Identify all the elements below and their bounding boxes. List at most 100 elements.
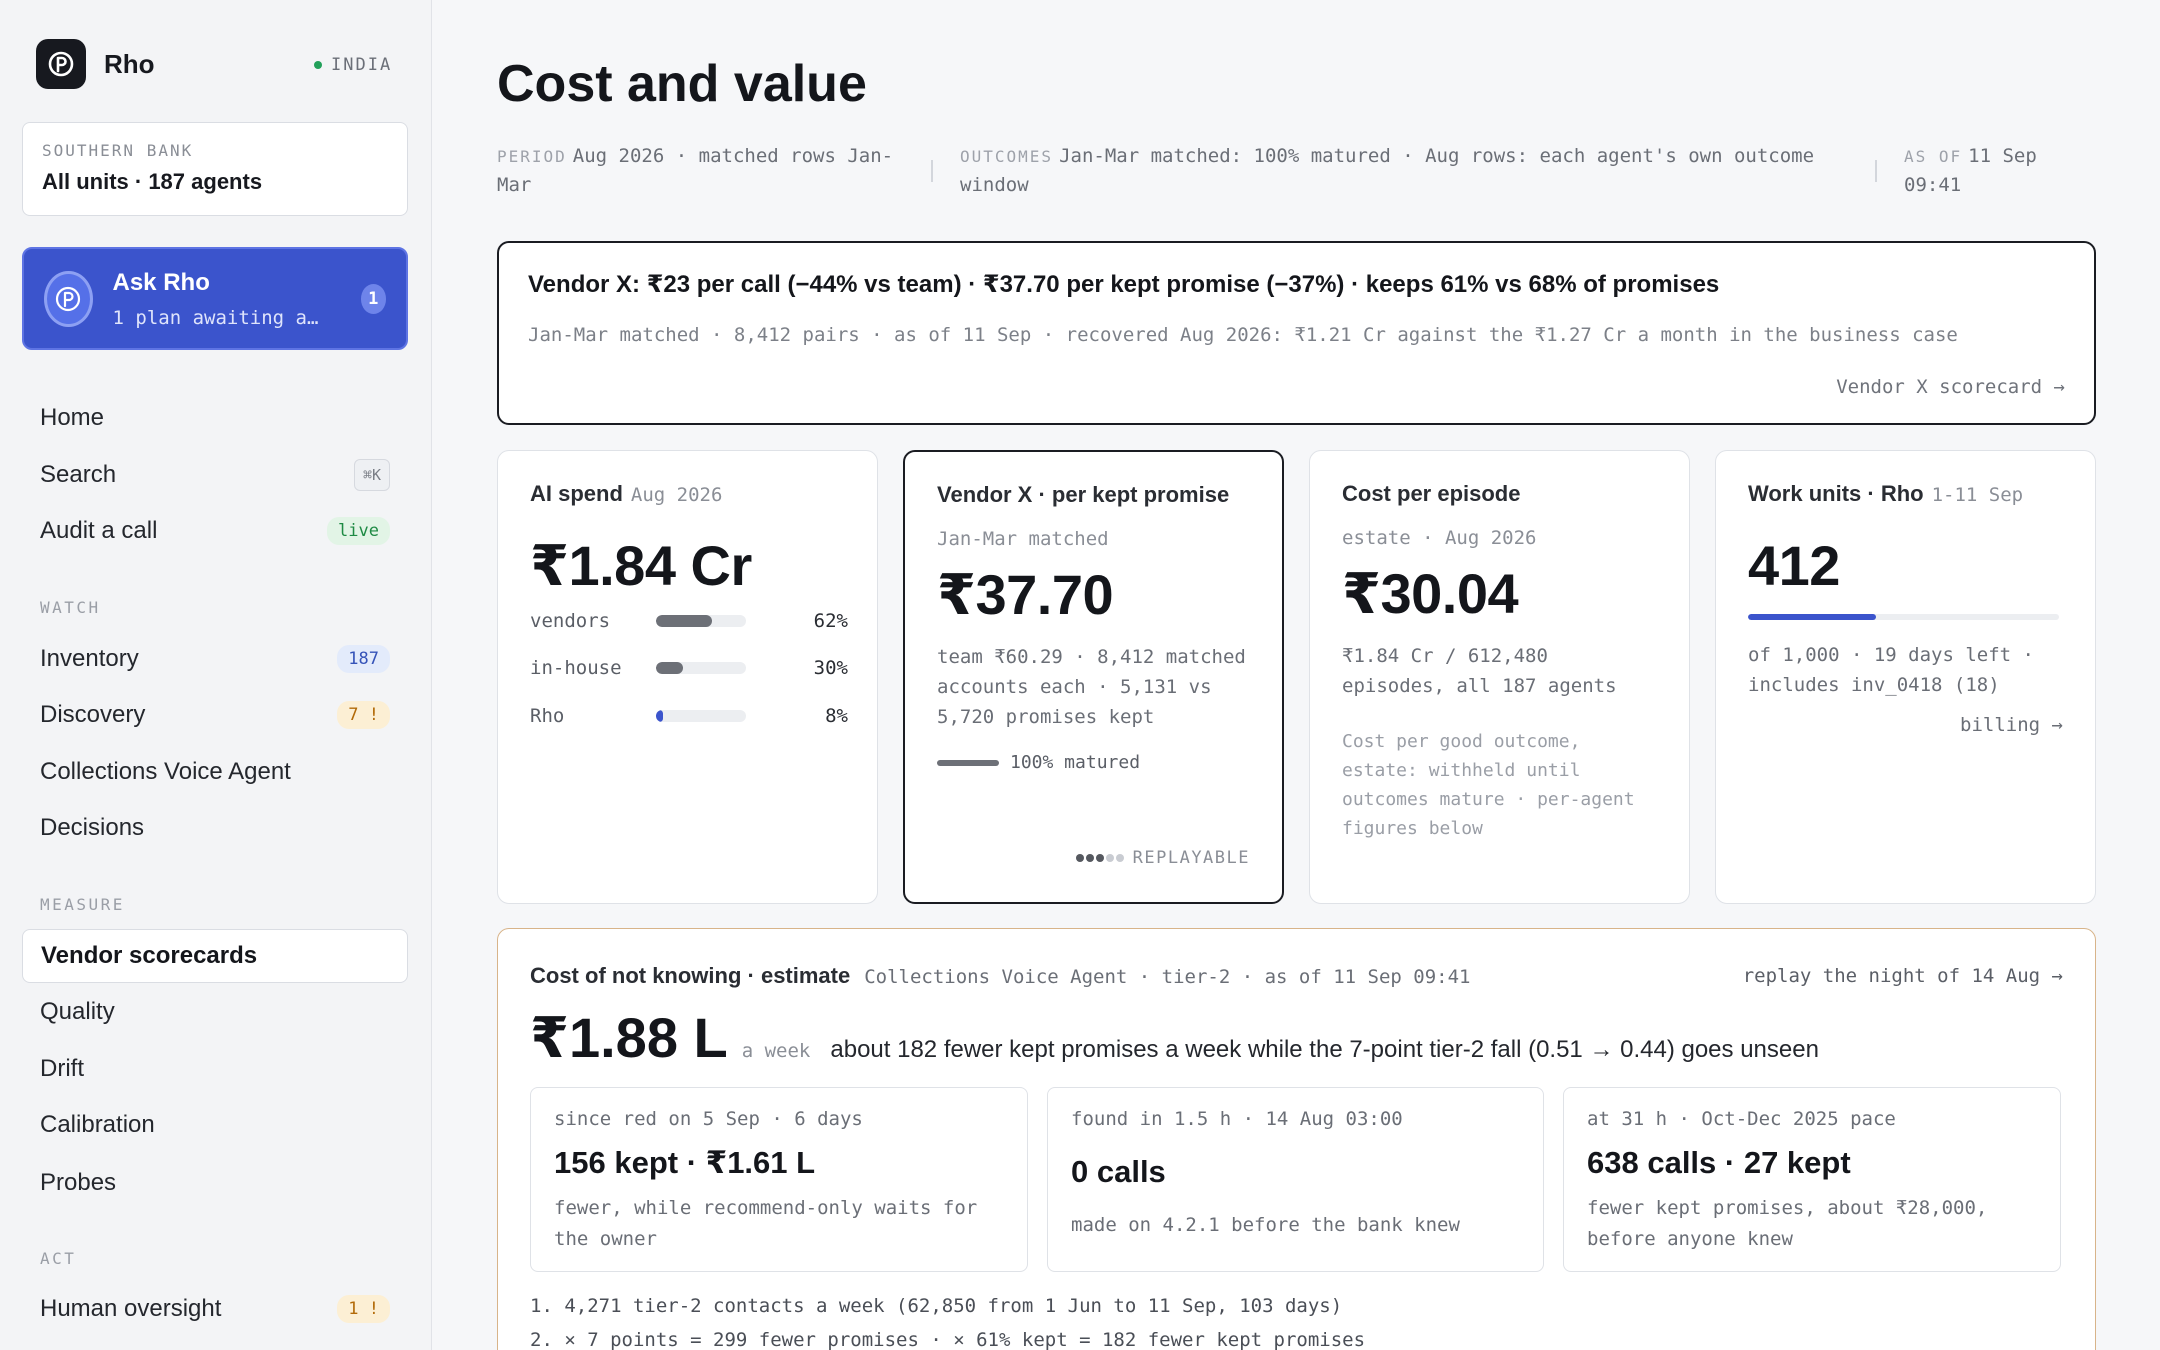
nav-audit-label: Audit a call <box>40 517 158 544</box>
found-note: made on 4.2.1 before the bank knew <box>1071 1214 1460 1236</box>
estimate-context: Collections Voice Agent · tier-2 · as of… <box>864 966 1471 988</box>
nav-inventory-label: Inventory <box>40 645 139 672</box>
spend-bar-track <box>656 662 746 674</box>
nav-calibration-label: Calibration <box>40 1111 155 1138</box>
episode-title: Cost per episode <box>1342 481 1521 506</box>
work-units-progress-track <box>1748 614 2059 620</box>
nav-probes-label: Probes <box>40 1169 117 1196</box>
meta-as-of: AS OF 11 Sep 09:41 <box>1904 142 2104 200</box>
ai-spend-value: ₹1.84 Cr <box>530 534 752 597</box>
meta-period-key: PERIOD <box>497 147 567 166</box>
estimate-value-row: ₹1.88 L a week about 182 fewer kept prom… <box>530 1005 1819 1071</box>
spend-pct: 8% <box>825 705 848 727</box>
matured-row: 100% matured <box>937 752 1250 773</box>
work-units-progress-fill <box>1748 614 1877 620</box>
estimate-header: Cost of not knowing · estimate Collectio… <box>530 963 1471 989</box>
since-red-value: 156 kept · ₹1.61 L <box>554 1145 816 1180</box>
nav-vendor-scorecards-label: Vendor scorecards <box>41 942 258 969</box>
meta-outcomes-value: Jan-Mar matched: 100% matured · Aug rows… <box>960 145 1815 196</box>
cost-of-not-knowing-card: Cost of not knowing · estimate Collectio… <box>497 928 2096 1350</box>
estimate-value: ₹1.88 L <box>530 1006 728 1069</box>
nav-human-oversight-label: Human oversight <box>40 1295 222 1322</box>
region-status-dot <box>314 61 322 69</box>
estimate-description: about 182 fewer kept promises a week whi… <box>830 1036 1819 1063</box>
estimate-card-found: found in 1.5 h · 14 Aug 03:00 0 calls ma… <box>1047 1087 1544 1272</box>
nav-discovery[interactable]: Discovery 7 ! <box>22 688 408 742</box>
ask-rho-title: Ask Rho <box>112 268 210 296</box>
estimate-step: 1. 4,271 tier-2 contacts a week (62,850 … <box>530 1295 1343 1317</box>
episode-sub: estate · Aug 2026 <box>1342 527 1537 549</box>
ai-spend-period: Aug 2026 <box>630 484 723 506</box>
nav-cva-label: Collections Voice Agent <box>40 758 291 785</box>
ai-spend-title: AI spend <box>530 481 623 506</box>
estimate-card-since-red: since red on 5 Sep · 6 days 156 kept · ₹… <box>530 1087 1028 1272</box>
spend-label: vendors <box>530 610 611 632</box>
nav-calibration[interactable]: Calibration <box>22 1098 408 1152</box>
spend-label: in-house <box>530 657 622 679</box>
work-units-value: 412 <box>1748 534 1840 597</box>
nav-drift[interactable]: Drift <box>22 1042 408 1096</box>
matured-bar <box>937 759 999 766</box>
replay-night-link[interactable]: replay the night of 14 Aug → <box>1743 965 2063 987</box>
nav-drift-label: Drift <box>40 1055 84 1082</box>
ask-rho-badge: 1 <box>360 283 386 314</box>
work-units-period: 1-11 Sep <box>1931 484 2024 506</box>
nav-collections-voice-agent[interactable]: Collections Voice Agent <box>22 745 408 799</box>
vendor-headline-card: Vendor X: ₹23 per call (−44% vs team) · … <box>497 241 2096 425</box>
work-units-card: Work units · Rho 1-11 Sep 412 of 1,000 · … <box>1715 450 2096 904</box>
brand-name: Rho <box>104 48 155 79</box>
nav-quality[interactable]: Quality <box>22 985 408 1039</box>
nav-human-oversight[interactable]: Human oversight 1 ! <box>22 1282 408 1336</box>
brand[interactable]: Rho <box>36 39 155 89</box>
section-watch: WATCH <box>40 598 101 617</box>
estimate-steps: 1. 4,271 tier-2 contacts a week (62,850 … <box>530 1289 1365 1350</box>
nav-search[interactable]: Search ⌘K <box>22 448 408 502</box>
rho-logo-icon <box>36 39 86 89</box>
since-red-note: fewer, while recommend-only waits for th… <box>554 1197 978 1250</box>
spend-row-in-house: in-house 30% <box>530 657 848 679</box>
nav-inventory[interactable]: Inventory 187 <box>22 632 408 686</box>
ai-spend-title-row: AI spend Aug 2026 <box>530 481 845 507</box>
main-content: Cost and value PERIOD Aug 2026 · matched … <box>432 0 2160 1350</box>
meta-period: PERIOD Aug 2026 · matched rows Jan-Mar <box>497 142 897 200</box>
spend-bar-fill <box>656 710 664 722</box>
spend-row-rho: Rho 8% <box>530 705 848 727</box>
sidebar: Rho INDIA SOUTHERN BANK All units · 187 … <box>0 0 432 1350</box>
nav-home[interactable]: Home <box>22 391 408 445</box>
org-switcher[interactable]: SOUTHERN BANK All units · 187 agents <box>22 122 408 216</box>
vendor-scorecard-link[interactable]: Vendor X scorecard → <box>1836 376 2065 398</box>
page-title: Cost and value <box>497 55 867 113</box>
episode-body: ₹1.84 Cr / 612,480 episodes, all 187 age… <box>1342 645 1617 697</box>
nav-quality-label: Quality <box>40 998 115 1025</box>
ai-spend-card: AI spend Aug 2026 ₹1.84 Cr vendors 62% in… <box>497 450 878 904</box>
replay-dots-icon <box>1075 854 1124 862</box>
nav-probes[interactable]: Probes <box>22 1156 408 1210</box>
per-kept-promise-card[interactable]: Vendor X · per kept promise Jan-Mar matc… <box>903 450 1284 904</box>
headline-title: Vendor X: ₹23 per call (−44% vs team) · … <box>528 271 1720 298</box>
spend-bar-fill <box>656 615 712 627</box>
estimate-step: 2. × 7 points = 299 fewer promises · × 6… <box>530 1329 1366 1350</box>
nav-home-label: Home <box>40 404 105 431</box>
pace-note: fewer kept promises, about ₹28,000, befo… <box>1587 1197 1988 1250</box>
meta-divider <box>1875 160 1877 182</box>
headline-subtitle: Jan-Mar matched · 8,412 pairs · as of 11… <box>528 324 1958 346</box>
nav-decisions[interactable]: Decisions <box>22 801 408 855</box>
found-meta: found in 1.5 h · 14 Aug 03:00 <box>1071 1108 1403 1130</box>
episode-value: ₹30.04 <box>1342 562 1519 625</box>
nav-audit-call[interactable]: Audit a call live <box>22 504 408 558</box>
work-units-title: Work units · Rho <box>1748 481 1924 506</box>
rho-avatar-icon <box>44 270 93 327</box>
ask-rho-button[interactable]: Ask Rho 1 plan awaiting a… 1 <box>22 247 408 350</box>
spend-bar-fill <box>656 662 683 674</box>
billing-link[interactable]: billing → <box>1960 714 2063 736</box>
inventory-count-badge: 187 <box>337 645 390 673</box>
nav-decisions-label: Decisions <box>40 814 145 841</box>
estimate-card-pace: at 31 h · Oct-Dec 2025 pace 638 calls · … <box>1563 1087 2061 1272</box>
per-promise-body: team ₹60.29 · 8,412 matched accounts eac… <box>937 646 1246 728</box>
matured-label: 100% matured <box>1010 752 1141 773</box>
replayable-tag[interactable]: REPLAYABLE <box>1075 848 1250 868</box>
meta-divider <box>931 160 933 182</box>
spend-pct: 30% <box>813 657 848 679</box>
cost-per-episode-card: Cost per episode estate · Aug 2026 ₹30.0… <box>1309 450 1690 904</box>
nav-vendor-scorecards[interactable]: Vendor scorecards <box>22 929 408 983</box>
